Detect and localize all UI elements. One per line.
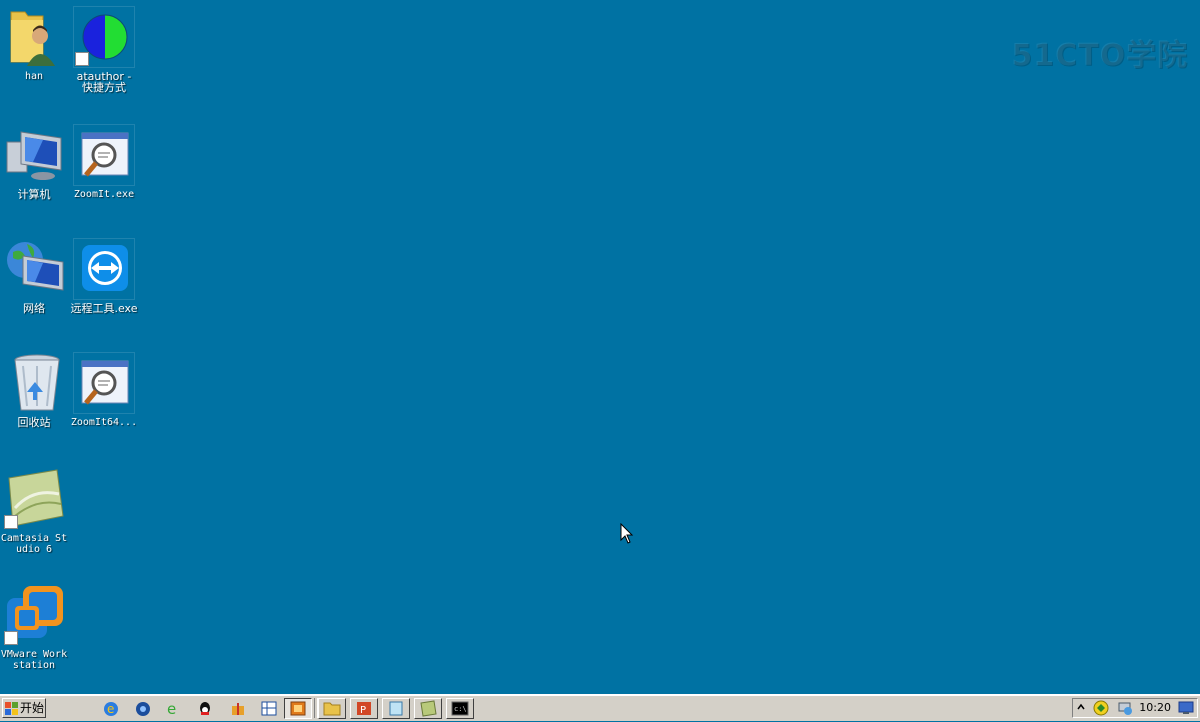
- ie2-icon[interactable]: e: [164, 699, 184, 718]
- show-desktop-icon[interactable]: [1177, 700, 1195, 716]
- computer-icon: [3, 124, 65, 186]
- zoomit64-icon: [73, 352, 135, 414]
- windows-flag-icon: [5, 701, 18, 715]
- desktop-icon-han[interactable]: han: [0, 6, 68, 82]
- desktop-icon-vmware[interactable]: VMware Workstation: [0, 584, 68, 671]
- svg-text:e: e: [107, 702, 114, 716]
- folder-icon: [323, 702, 341, 716]
- icon-label: 回收站: [17, 416, 51, 429]
- powerpoint-icon: P: [357, 702, 371, 716]
- sync-icon[interactable]: [1093, 700, 1109, 716]
- shortcut-arrow-icon: [75, 52, 89, 66]
- icon-label: Camtasia Studio 6: [0, 533, 68, 555]
- powerpoint-task[interactable]: P: [350, 698, 378, 719]
- start-button[interactable]: 开始: [2, 698, 46, 718]
- cmd-icon: c:\: [451, 701, 469, 716]
- camtasia-small-icon: [420, 700, 437, 717]
- recycle-bin-icon: [3, 352, 65, 414]
- teamviewer-icon: [73, 238, 135, 300]
- icon-label: ZoomIt64...: [70, 417, 138, 428]
- icon-label: 网络: [23, 302, 45, 315]
- chevron-up-icon[interactable]: [1075, 701, 1087, 715]
- shortcut-arrow-icon: [4, 515, 18, 529]
- icon-label: ZoomIt.exe: [73, 189, 135, 200]
- icon-label: 远程工具.exe: [70, 302, 138, 315]
- network-icon: [3, 238, 65, 300]
- gift-icon[interactable]: [228, 699, 248, 718]
- notepad-task[interactable]: [382, 698, 410, 719]
- media-icon[interactable]: [133, 699, 153, 718]
- camtasia-icon: [3, 468, 65, 530]
- notepad-icon: [389, 701, 403, 716]
- watermark: 51CTO学院: [1011, 38, 1188, 73]
- desktop-icon-camtasia[interactable]: Camtasia Studio 6: [0, 468, 68, 555]
- vmware-icon: [3, 584, 65, 646]
- icon-label: 计算机: [17, 188, 51, 201]
- qq-icon[interactable]: [195, 699, 215, 718]
- app-task-1[interactable]: [284, 698, 312, 719]
- explorer-task[interactable]: [318, 698, 346, 719]
- desktop-icon-zoomit[interactable]: ZoomIt.exe: [70, 124, 138, 200]
- zoomit-icon: [73, 124, 135, 186]
- clock[interactable]: 10:20: [1139, 701, 1171, 714]
- shortcut-arrow-icon: [4, 631, 18, 645]
- mouse-cursor-icon: [620, 523, 634, 544]
- camtasia-task[interactable]: [414, 698, 442, 719]
- desktop-icon-recycle-bin[interactable]: 回收站: [0, 352, 68, 428]
- svg-text:e: e: [167, 700, 176, 718]
- svg-text:P: P: [360, 705, 366, 716]
- user-folder-icon: [3, 6, 65, 68]
- desktop-icon-atauthor[interactable]: atauthor - 快捷方式: [70, 6, 138, 93]
- cmd-task[interactable]: c:\: [446, 698, 474, 719]
- system-tray: 10:20: [1072, 698, 1198, 718]
- ie-icon[interactable]: e: [101, 699, 121, 718]
- atauthor-icon: [73, 6, 135, 68]
- app-1-icon: [290, 701, 306, 716]
- grid-icon[interactable]: [259, 699, 279, 718]
- desktop: 51CTO学院 han atauthor - 快捷方式 计算机 ZoomIt.e…: [0, 0, 1200, 694]
- taskbar: 开始 e e P c:\ 10:20: [0, 694, 1200, 721]
- start-label: 开始: [20, 701, 45, 715]
- desktop-icon-remote-tool[interactable]: 远程工具.exe: [70, 238, 138, 314]
- icon-label: VMware Workstation: [0, 649, 68, 671]
- icon-label: atauthor - 快捷方式: [76, 70, 132, 94]
- svg-text:c:\: c:\: [454, 705, 467, 713]
- desktop-icon-network[interactable]: 网络: [0, 238, 68, 314]
- network-tray-icon[interactable]: [1117, 700, 1133, 716]
- icon-label: han: [24, 71, 44, 82]
- desktop-icon-computer[interactable]: 计算机: [0, 124, 68, 200]
- desktop-icon-zoomit64[interactable]: ZoomIt64...: [70, 352, 138, 428]
